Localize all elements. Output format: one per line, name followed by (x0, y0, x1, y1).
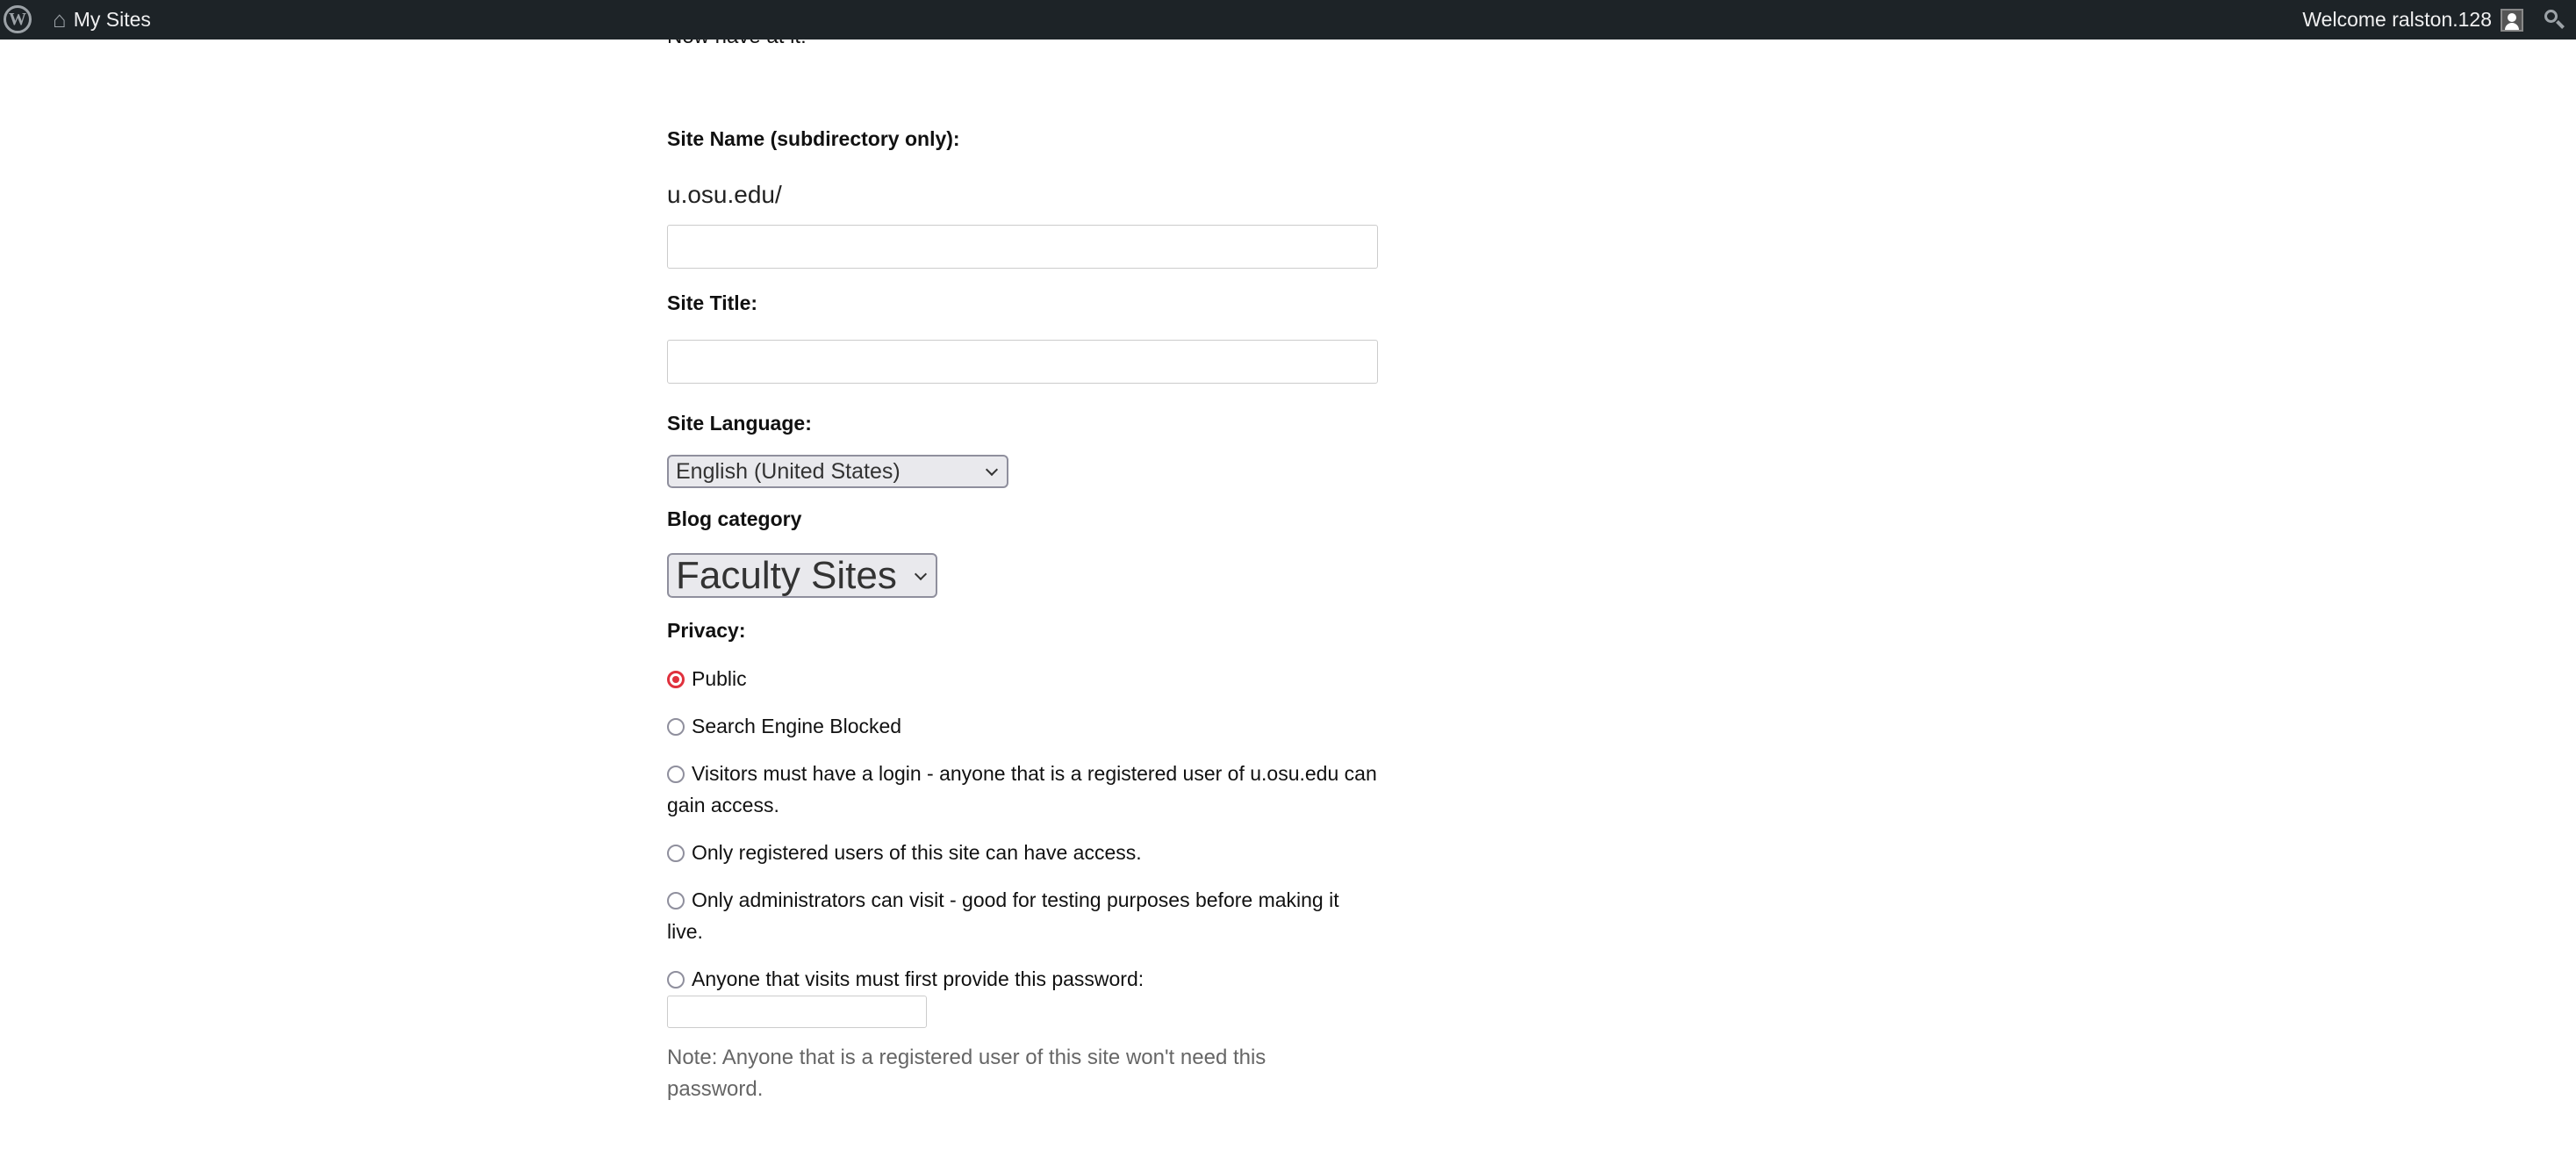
option-label: Visitors must have a login - anyone that… (667, 762, 1377, 816)
option-label: Anyone that visits must first provide th… (692, 967, 1144, 990)
chevron-down-icon (985, 463, 999, 477)
radio[interactable] (667, 971, 685, 989)
wordpress-logo-icon[interactable]: W (4, 5, 32, 33)
account-menu[interactable]: Welcome ralston.128 (2302, 0, 2523, 40)
site-language-label: Site Language: (667, 412, 812, 435)
option-label: Only registered users of this site can h… (692, 841, 1142, 864)
site-name-input[interactable] (667, 225, 1378, 269)
site-language-value: English (United States) (676, 458, 901, 484)
blog-category-select[interactable]: Faculty Sites (667, 553, 937, 598)
privacy-option-admins-only[interactable]: Only administrators can visit - good for… (667, 884, 1378, 947)
radio[interactable] (667, 892, 685, 910)
privacy-option-site-users[interactable]: Only registered users of this site can h… (667, 837, 1378, 868)
radio[interactable] (667, 766, 685, 783)
radio-checked[interactable] (667, 671, 685, 688)
my-sites-icon: ⌂ (53, 6, 67, 32)
domain-prefix: u.osu.edu/ (667, 181, 782, 208)
privacy-option-password[interactable]: Anyone that visits must first provide th… (667, 963, 1378, 995)
option-label: Search Engine Blocked (692, 715, 902, 737)
site-title-label: Site Title: (667, 291, 758, 314)
privacy-label: Privacy: (667, 619, 746, 642)
option-label: Public (692, 667, 747, 690)
site-name-label: Site Name (subdirectory only): (667, 127, 960, 150)
my-sites-menu[interactable]: ⌂ My Sites (53, 0, 151, 40)
my-sites-label: My Sites (73, 8, 151, 31)
password-note: Note: Anyone that is a registered user o… (667, 1046, 1266, 1101)
privacy-password-input[interactable] (667, 996, 927, 1028)
site-title-input[interactable] (667, 340, 1378, 384)
radio[interactable] (667, 845, 685, 862)
radio[interactable] (667, 718, 685, 736)
privacy-option-public[interactable]: Public (667, 663, 1378, 694)
site-language-select[interactable]: English (United States) (667, 455, 1008, 488)
admin-bar: W ⌂ My Sites Welcome ralston.128 (0, 0, 2576, 40)
privacy-option-login-required[interactable]: Visitors must have a login - anyone that… (667, 758, 1378, 821)
blog-category-value: Faculty Sites (676, 553, 897, 597)
option-label: Only administrators can visit - good for… (667, 888, 1339, 943)
avatar-icon (2501, 8, 2523, 32)
privacy-option-search-blocked[interactable]: Search Engine Blocked (667, 710, 1378, 742)
chevron-down-icon (914, 567, 928, 580)
welcome-text: Welcome ralston.128 (2302, 8, 2492, 31)
search-icon[interactable] (2543, 8, 2565, 31)
blog-category-label: Blog category (667, 507, 802, 530)
